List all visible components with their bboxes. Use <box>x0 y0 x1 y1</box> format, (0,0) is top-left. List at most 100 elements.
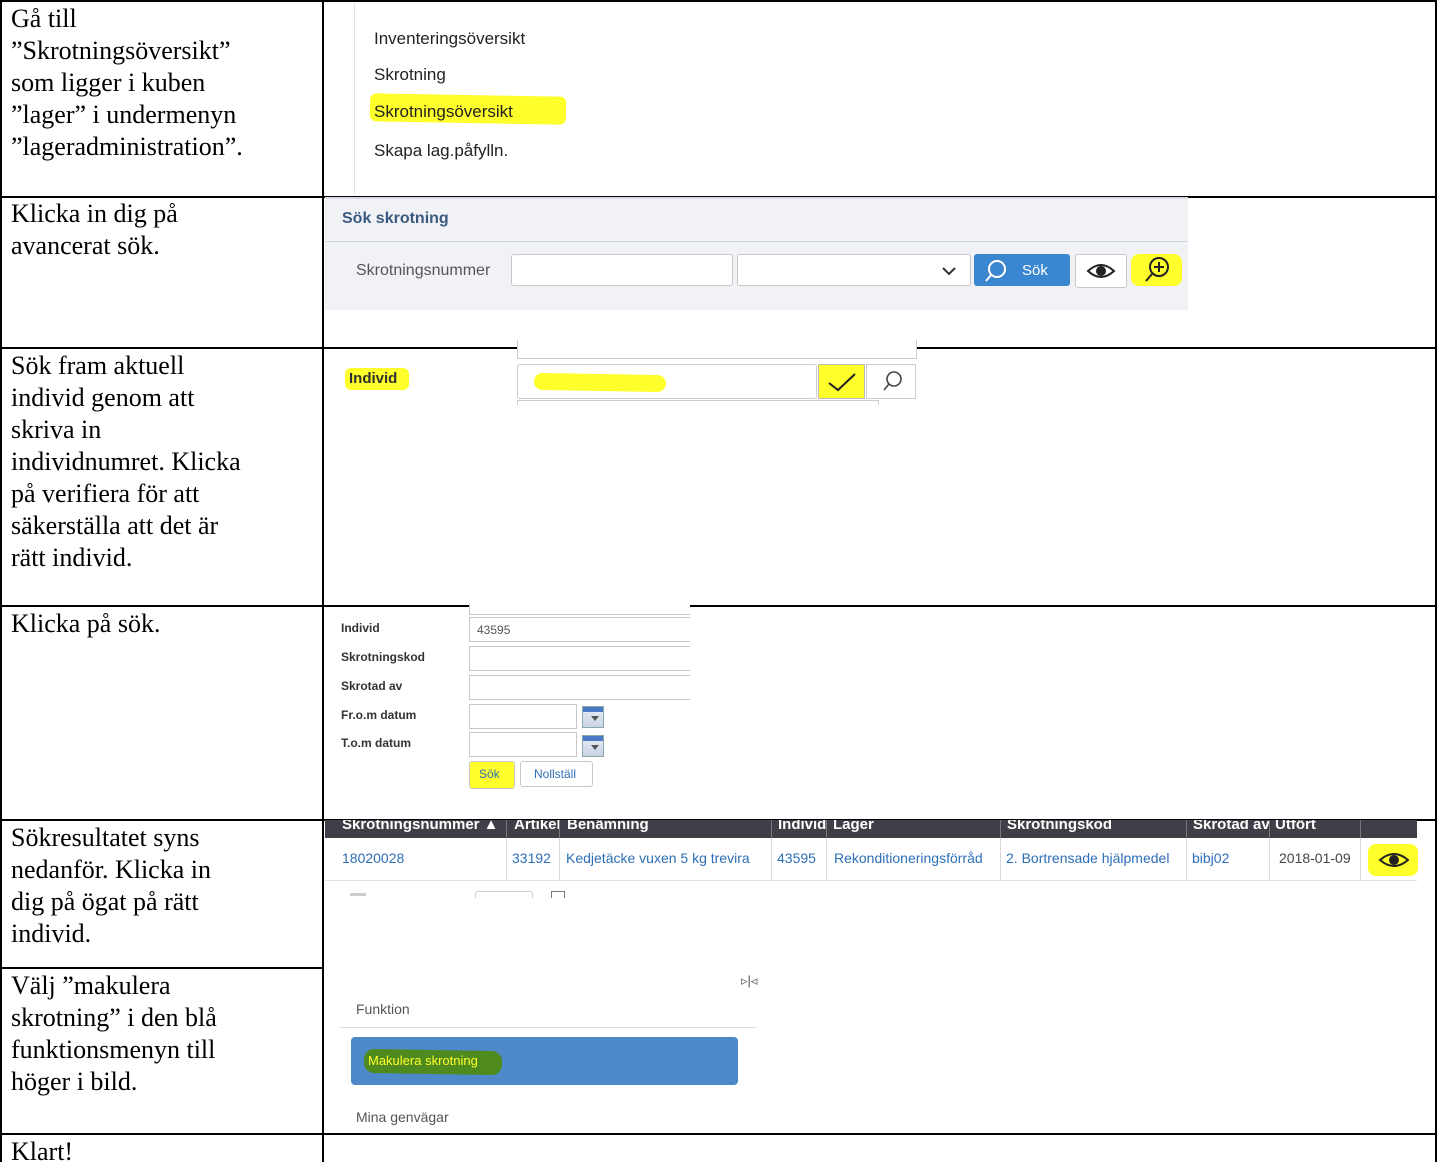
pager-input-fragment <box>475 891 533 898</box>
cell-skrotad-av: bibj02 <box>1192 850 1230 866</box>
search-button[interactable]: Sök <box>974 254 1070 286</box>
advanced-search-button[interactable] <box>1131 254 1182 286</box>
search-panel-header: Sök skrotning <box>325 199 1188 242</box>
form-label-skrotad-av: Skrotad av <box>341 679 403 693</box>
table-left-border <box>0 0 2 1162</box>
cell-divider <box>559 838 560 880</box>
search-panel-title: Sök skrotning <box>342 210 449 227</box>
cell-divider <box>1000 838 1001 880</box>
column-header[interactable]: Lager <box>833 820 874 833</box>
form-search-button[interactable]: Sök <box>469 761 515 789</box>
eye-icon <box>1378 853 1410 867</box>
cell-divider <box>506 838 507 880</box>
reset-button-label: Nollställ <box>534 767 577 781</box>
column-header[interactable]: Utfört <box>1275 820 1316 833</box>
instruction-step-1: Gå till ”Skrotningsöversikt” som ligger … <box>11 4 243 161</box>
form-search-label: Sök <box>479 767 500 781</box>
search-type-select[interactable] <box>737 254 971 286</box>
search-icon <box>985 260 1006 282</box>
form-input-individ-value: 43595 <box>477 623 511 637</box>
column-header[interactable]: Individ <box>778 820 826 833</box>
makulera-skrotning-label: Makulera skrotning <box>368 1053 478 1068</box>
header-divider <box>1269 820 1270 838</box>
instruction-step-4: Klicka på sök. <box>11 609 161 638</box>
cell-skrotningsnummer[interactable]: 18020028 <box>342 850 404 866</box>
column-header[interactable]: Skrotad av <box>1193 820 1270 833</box>
shortcuts-heading: Mina genvägar <box>356 1109 449 1125</box>
search-panel: Sök skrotning Skrotningsnummer Sök <box>325 197 1188 310</box>
cell-artikel[interactable]: 33192 <box>512 850 551 866</box>
instruction-step-7: Klart! <box>11 1137 74 1166</box>
cell-divider <box>826 838 827 880</box>
eye-icon <box>1086 264 1116 278</box>
column-header[interactable]: Skrotningsnummer ▲ <box>342 820 499 833</box>
form-input-from-date[interactable] <box>469 704 577 729</box>
cell-divider <box>1269 838 1270 880</box>
cell-divider <box>771 838 772 880</box>
form-label-individ: Individ <box>341 621 380 635</box>
submenu-panel <box>354 2 355 194</box>
chevron-down-icon <box>942 267 956 276</box>
form-input-skrotningskod[interactable] <box>469 646 690 671</box>
function-menu-divider <box>340 1027 756 1028</box>
header-divider <box>771 820 772 838</box>
table-column-divider <box>322 0 324 1162</box>
zoom-in-icon <box>1145 257 1169 282</box>
results-table-header: Skrotningsnummer ▲ Artikel Benämning Ind… <box>325 820 1417 838</box>
search-icon <box>883 371 902 391</box>
header-divider <box>506 820 507 838</box>
header-divider <box>1360 820 1361 838</box>
collapse-panel-icon[interactable]: ▹|◃ <box>741 973 757 989</box>
view-row-button[interactable] <box>1368 844 1418 876</box>
cell-individ[interactable]: 43595 <box>777 850 816 866</box>
instruction-step-2: Klicka in dig på avancerat sök. <box>11 199 178 260</box>
header-divider <box>1186 820 1187 838</box>
instruction-step-6: Välj ”makulera skrotning” i den blå funk… <box>11 971 217 1096</box>
previous-field-fragment <box>517 340 917 359</box>
instruction-step-5: Sökresultatet syns nedanför. Klicka in d… <box>11 823 211 948</box>
menu-item-skrotning[interactable]: Skrotning <box>374 65 446 85</box>
table-top-border <box>0 0 1437 2</box>
search-button-label: Sök <box>1022 262 1048 279</box>
individ-input[interactable] <box>517 364 817 399</box>
skrotningsnummer-label: Skrotningsnummer <box>356 262 491 279</box>
calendar-icon[interactable] <box>582 706 604 728</box>
menu-item-inventeringsoversikt[interactable]: Inventeringsöversikt <box>374 29 525 49</box>
reset-button[interactable]: Nollställ <box>520 761 593 787</box>
cell-divider <box>1186 838 1187 880</box>
cell-lager[interactable]: Rekonditioneringsförråd <box>834 850 983 866</box>
cell-skrotningskod[interactable]: 2. Bortrensade hjälpmedel <box>1006 850 1169 866</box>
row-divider <box>0 1133 1437 1135</box>
header-divider <box>826 820 827 838</box>
lookup-button[interactable] <box>866 364 916 399</box>
checkmark-icon <box>828 373 856 392</box>
menu-item-skrotningsoversikt[interactable]: Skrotningsöversikt <box>374 102 513 122</box>
export-icon[interactable] <box>551 891 565 898</box>
form-input-skrotad-av[interactable] <box>469 675 690 700</box>
makulera-skrotning-button[interactable]: Makulera skrotning <box>351 1037 738 1085</box>
form-label-from-date: Fr.o.m datum <box>341 708 417 722</box>
function-menu-heading: Funktion <box>356 1001 410 1017</box>
calendar-icon[interactable] <box>582 735 604 757</box>
column-header[interactable]: Skrotningskod <box>1007 820 1112 833</box>
redacted-individ-marker <box>533 372 667 393</box>
cell-utfort: 2018-01-09 <box>1279 850 1351 866</box>
instruction-step-3: Sök fram aktuell individ genom att skriv… <box>11 351 241 572</box>
form-input-to-date[interactable] <box>469 732 577 757</box>
next-field-fragment <box>517 400 879 405</box>
header-divider <box>559 820 560 838</box>
menu-item-skapa-lag-pafylln[interactable]: Skapa lag.påfylln. <box>374 141 508 161</box>
individ-label: Individ <box>349 370 398 387</box>
cell-divider <box>1360 838 1361 880</box>
form-input-individ[interactable]: 43595 <box>469 617 690 642</box>
column-header[interactable]: Artikel <box>514 820 561 833</box>
form-label-to-date: T.o.m datum <box>341 736 412 750</box>
column-header[interactable]: Benämning <box>567 820 649 833</box>
verify-button[interactable] <box>818 364 865 399</box>
view-toggle-button[interactable] <box>1075 254 1127 288</box>
form-top-fragment <box>469 604 690 615</box>
cell-benamning[interactable]: Kedjetäcke vuxen 5 kg trevira <box>566 850 750 866</box>
form-label-skrotningskod: Skrotningskod <box>341 650 426 664</box>
skrotningsnummer-input[interactable] <box>511 254 733 286</box>
row-divider <box>0 605 1437 607</box>
